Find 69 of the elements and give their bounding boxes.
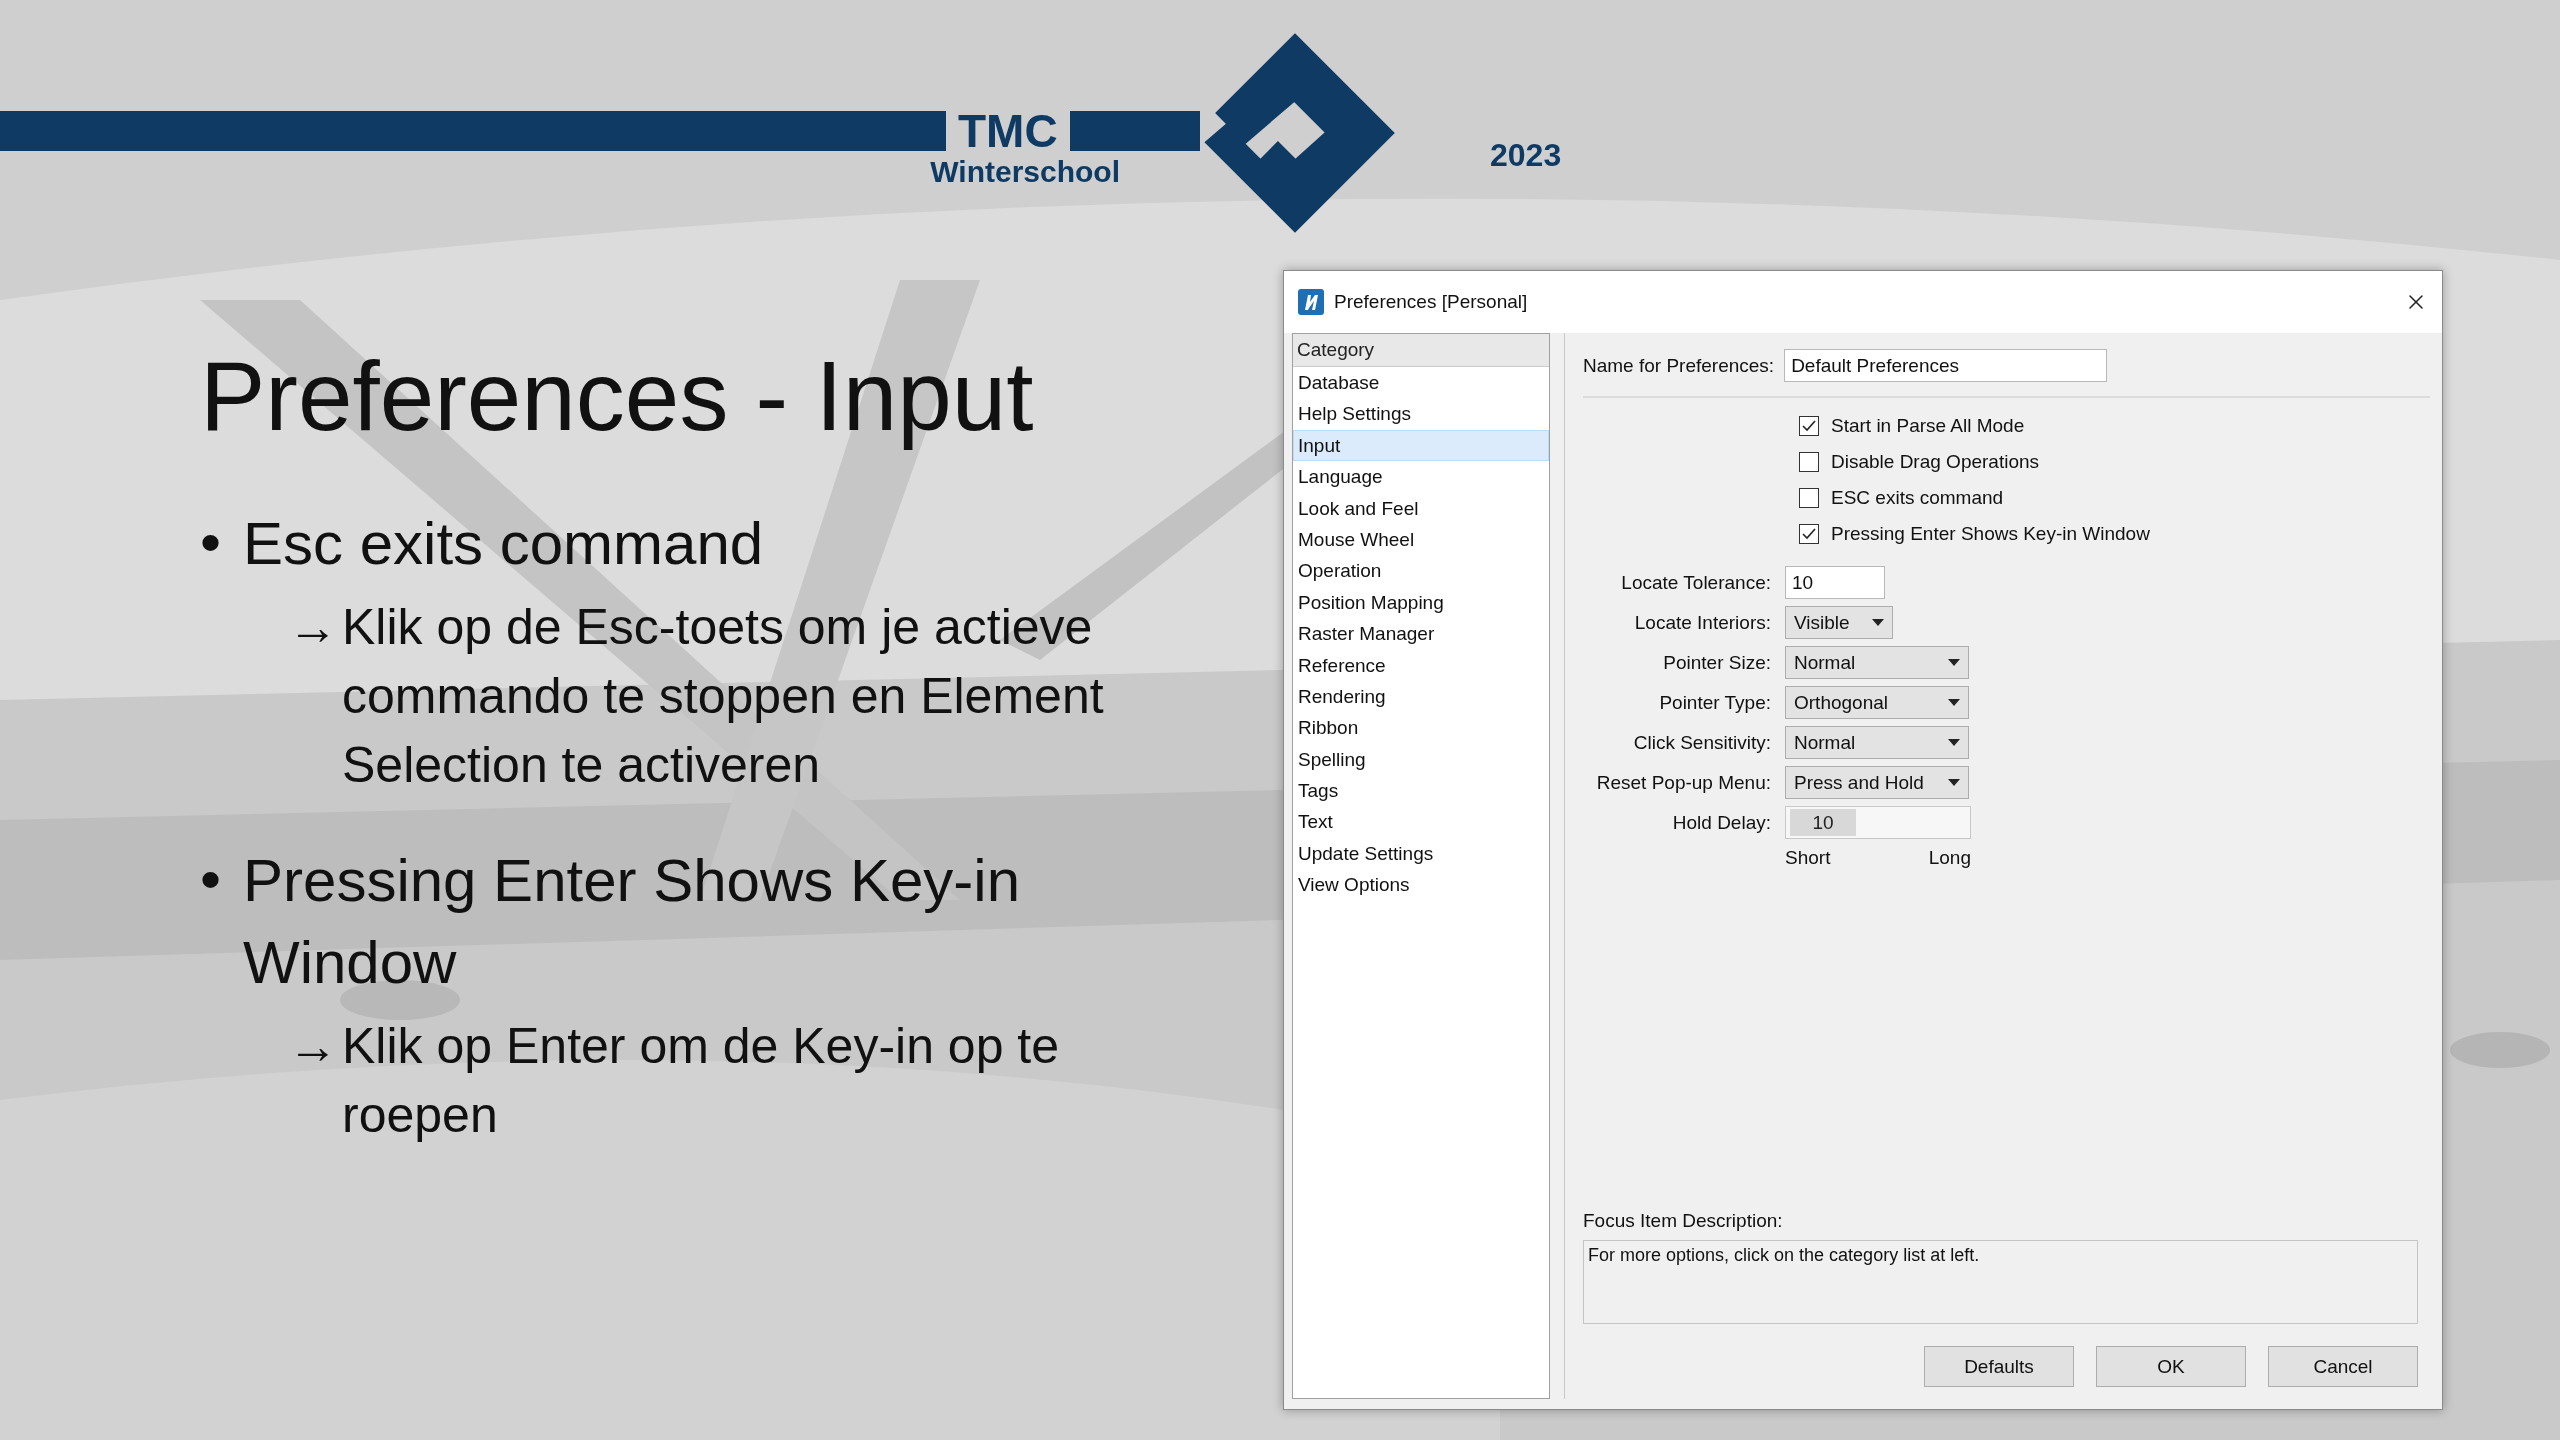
bullet-text: Esc exits command bbox=[243, 509, 765, 579]
dialog-button[interactable]: OK bbox=[2096, 1346, 2246, 1387]
checkbox[interactable] bbox=[1799, 452, 1819, 472]
field-label: Name for Preferences: bbox=[1583, 354, 1775, 377]
setting-label: Pointer Size: bbox=[1663, 651, 1771, 674]
category-item[interactable]: Input bbox=[1293, 429, 1549, 462]
dialog-button[interactable]: Cancel bbox=[2268, 1346, 2418, 1387]
category-item[interactable]: Mouse Wheel bbox=[1293, 523, 1549, 556]
caret-icon bbox=[1948, 779, 1960, 786]
category-item[interactable]: Tags bbox=[1293, 775, 1549, 807]
setting-label: Locate Interiors: bbox=[1634, 611, 1771, 634]
category-item[interactable]: Reference bbox=[1293, 649, 1549, 681]
slider-min-label: Short bbox=[1785, 847, 1831, 869]
bullet-marker: • bbox=[200, 845, 221, 915]
dropdown[interactable]: Orthogonal bbox=[1785, 686, 1969, 719]
field-label: Focus Item Description: bbox=[1583, 1210, 1783, 1232]
category-item[interactable]: View Options bbox=[1293, 869, 1549, 901]
slide-title: Preferences - Input bbox=[200, 340, 1034, 453]
caret-icon bbox=[1872, 619, 1884, 626]
category-item[interactable]: Spelling bbox=[1293, 743, 1549, 776]
dropdown[interactable]: Normal bbox=[1785, 646, 1969, 679]
checkbox-option[interactable]: Start in Parse All Mode bbox=[1799, 408, 2025, 444]
year-label: 2023 bbox=[1490, 137, 1562, 174]
slider-max-label: Long bbox=[1928, 847, 1971, 869]
setting-label: Hold Delay: bbox=[1672, 811, 1771, 834]
dropdown[interactable]: Normal bbox=[1785, 726, 1969, 759]
category-item[interactable]: Position Mapping bbox=[1293, 586, 1549, 619]
category-item[interactable]: Text bbox=[1293, 806, 1549, 838]
checkbox[interactable] bbox=[1799, 416, 1819, 436]
bullet-marker: • bbox=[200, 508, 221, 578]
arrow-marker: → bbox=[288, 1017, 338, 1076]
checkbox-option[interactable]: ESC exits command bbox=[1799, 480, 2004, 516]
input-field[interactable]: 10 bbox=[1785, 566, 1885, 599]
caret-icon bbox=[1948, 739, 1960, 746]
dialog-button[interactable]: Defaults bbox=[1924, 1346, 2074, 1387]
sub-bullet-text: Klik op de Esc-toets om je actieve commando te stoppen en Element Selection te activeren bbox=[342, 598, 1105, 795]
category-item[interactable]: Raster Manager bbox=[1293, 618, 1549, 650]
category-item[interactable]: Look and Feel bbox=[1293, 492, 1549, 524]
caret-icon bbox=[1948, 659, 1960, 666]
category-item[interactable]: Help Settings bbox=[1293, 398, 1549, 430]
name-field[interactable]: Default Preferences bbox=[1784, 349, 2108, 382]
checkbox[interactable] bbox=[1799, 524, 1819, 544]
description-box: For more options, click on the category list at left. bbox=[1583, 1240, 2418, 1324]
checkbox-option[interactable]: Disable Drag Operations bbox=[1799, 444, 2040, 480]
category-item[interactable]: Operation bbox=[1293, 555, 1549, 587]
setting-label: Click Sensitivity: bbox=[1633, 731, 1771, 754]
category-item[interactable]: Ribbon bbox=[1293, 712, 1549, 744]
sub-bullet-text: Klik op Enter om de Key-in op te roepen bbox=[342, 1017, 1061, 1145]
slider-track[interactable]: 10 bbox=[1785, 806, 1971, 839]
window-title: Preferences [Personal] bbox=[1334, 291, 1529, 313]
category-item[interactable]: Update Settings bbox=[1293, 837, 1549, 870]
category-item[interactable]: Database bbox=[1293, 367, 1549, 399]
slider-thumb[interactable]: 10 bbox=[1790, 809, 1856, 836]
dropdown[interactable]: Press and Hold bbox=[1785, 766, 1969, 799]
category-item[interactable]: Language bbox=[1293, 461, 1549, 493]
arrow-marker: → bbox=[288, 598, 338, 657]
setting-label: Locate Tolerance: bbox=[1621, 571, 1771, 594]
checkbox-option[interactable]: Pressing Enter Shows Key-in Window bbox=[1799, 516, 2150, 552]
column-header: Category bbox=[1293, 334, 1549, 367]
app-icon bbox=[1298, 289, 1324, 315]
caret-icon bbox=[1948, 699, 1960, 706]
bullet-text: Pressing Enter Shows Key-in Window bbox=[243, 846, 1022, 998]
brand-subtitle: Winterschool bbox=[929, 155, 1120, 189]
setting-label: Reset Pop-up Menu: bbox=[1596, 771, 1771, 794]
dropdown[interactable]: Visible bbox=[1785, 606, 1893, 639]
setting-label: Pointer Type: bbox=[1659, 691, 1771, 714]
brand-name: TMC bbox=[957, 111, 1059, 151]
checkbox[interactable] bbox=[1799, 488, 1819, 508]
category-item[interactable]: Rendering bbox=[1293, 680, 1549, 713]
